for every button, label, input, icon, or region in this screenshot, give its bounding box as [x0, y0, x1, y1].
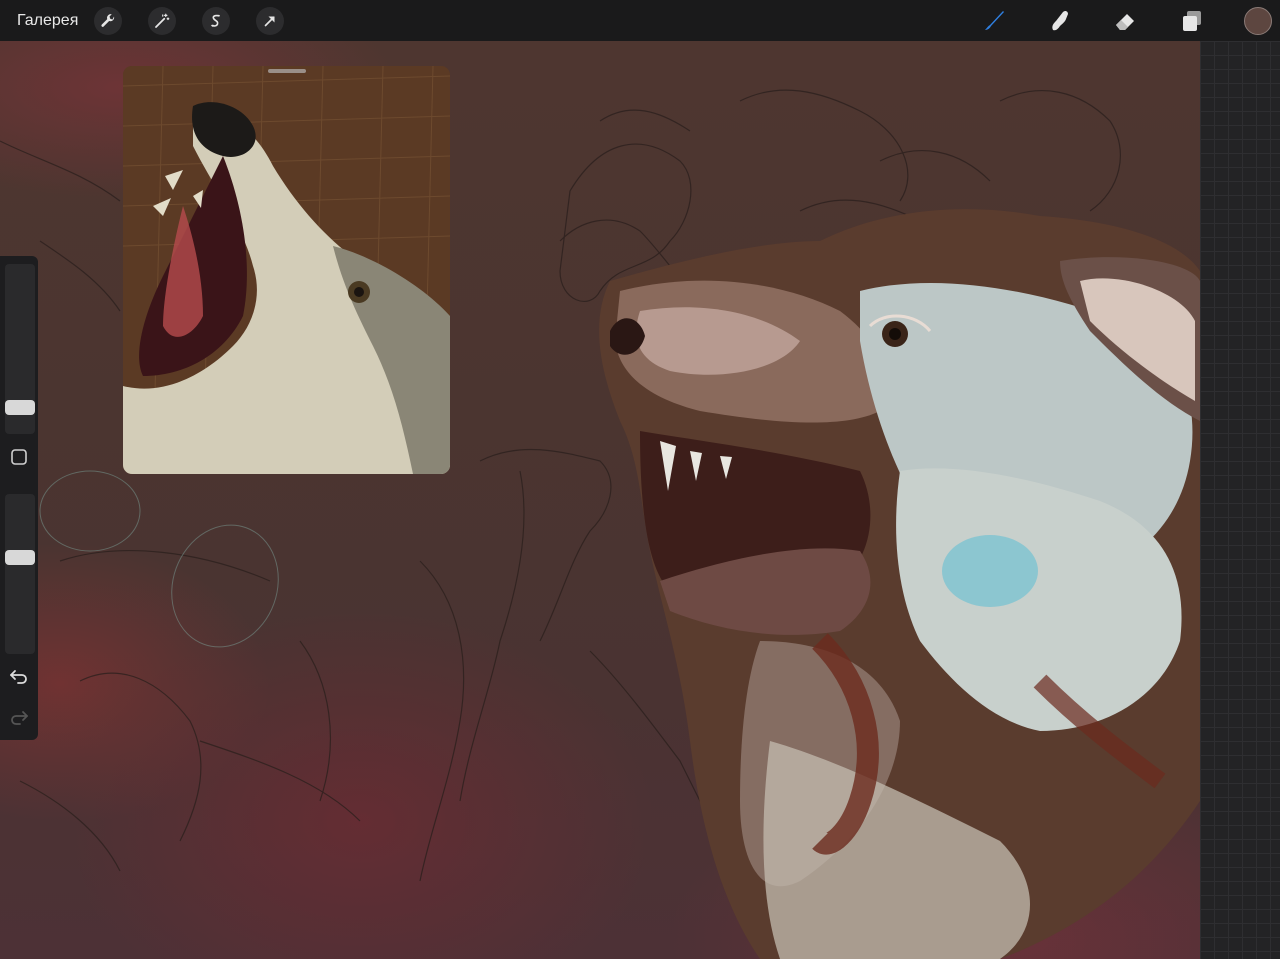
smudge-icon — [1052, 10, 1068, 30]
top-toolbar: Галерея — [0, 0, 1280, 41]
brush-tool[interactable] — [980, 7, 1008, 35]
layers-tool[interactable] — [1178, 7, 1206, 35]
wrench-icon — [101, 13, 115, 27]
eraser-icon — [1116, 13, 1134, 30]
adjustments-button[interactable] — [148, 6, 177, 35]
side-toolbar — [0, 256, 38, 740]
redo-icon[interactable] — [9, 707, 29, 727]
transform-button[interactable] — [256, 6, 285, 35]
reference-photo — [123, 66, 450, 474]
brush-size-slider[interactable] — [5, 264, 35, 434]
undo-icon[interactable] — [9, 666, 29, 686]
gallery-button[interactable]: Галерея — [17, 12, 78, 30]
opacity-slider-thumb[interactable] — [5, 550, 35, 565]
brush-icon — [985, 10, 1004, 30]
brush-size-slider-thumb[interactable] — [5, 400, 35, 415]
color-picker-swatch[interactable] — [1244, 6, 1272, 35]
transform-arrow-icon — [265, 15, 275, 26]
magic-wand-icon — [155, 13, 170, 28]
eraser-tool[interactable] — [1112, 7, 1140, 35]
selection-button[interactable] — [202, 6, 231, 35]
opacity-slider[interactable] — [5, 494, 35, 654]
reference-window[interactable] — [123, 66, 450, 474]
actions-button[interactable] — [94, 6, 123, 35]
modifier-square-button[interactable] — [10, 448, 28, 466]
wolf-painting — [599, 209, 1200, 959]
smudge-tool[interactable] — [1046, 7, 1074, 35]
reference-window-grabber[interactable] — [268, 69, 306, 73]
canvas-grid-background — [1200, 41, 1280, 959]
selection-icon — [211, 14, 221, 27]
layers-icon — [1183, 10, 1201, 31]
